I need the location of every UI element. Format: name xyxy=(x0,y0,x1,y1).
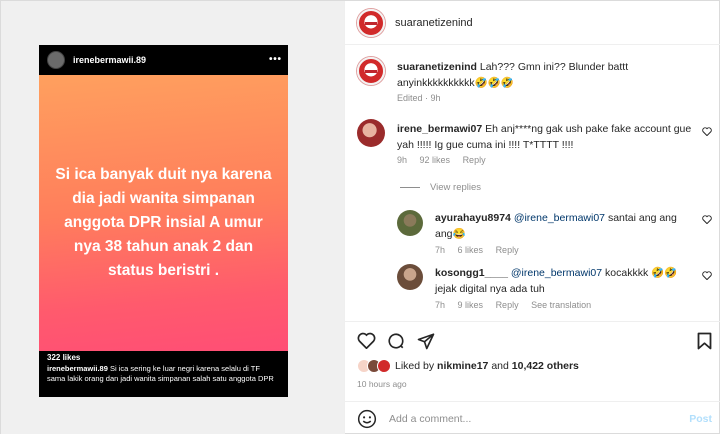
story-caption: irenebermawii.89 Si ica sering ke luar n… xyxy=(47,364,280,384)
post-actions: Liked by nikmine17 and 10,422 others 10 … xyxy=(345,321,720,401)
view-replies-button[interactable]: View replies xyxy=(400,182,481,193)
avatar xyxy=(377,359,391,373)
reply-likes[interactable]: 6 likes xyxy=(458,245,484,255)
reply-meta: 7h 6 likes Reply xyxy=(435,245,529,255)
reply-likes[interactable]: 9 likes xyxy=(458,300,484,310)
story-footer: 322 likes irenebermawii.89 Si ica sering… xyxy=(39,351,288,397)
reply-button[interactable]: Reply xyxy=(463,155,486,165)
instagram-post-view: irenebermawii.89 • • • Si ica banyak dui… xyxy=(0,0,720,434)
comment-time: 9h xyxy=(397,155,408,165)
reply-time: 7h xyxy=(435,300,446,310)
avatar[interactable] xyxy=(397,264,423,290)
reply-meta: 7h 9 likes Reply See translation xyxy=(435,300,601,310)
story-username: irenebermawii.89 xyxy=(73,55,147,65)
heart-icon[interactable] xyxy=(702,215,712,224)
comment-likes[interactable]: 92 likes xyxy=(420,155,451,165)
comment-username[interactable]: suaranetizenind xyxy=(397,61,477,73)
divider xyxy=(400,187,420,188)
likes-text: Liked by nikmine17 and 10,422 others xyxy=(395,360,579,372)
comment-text: irene_bermawi07 Eh anj****ng gak ush pak… xyxy=(397,121,692,153)
comment-username[interactable]: irene_bermawi07 xyxy=(397,123,482,135)
reply-username[interactable]: ayurahayu8974 xyxy=(435,212,511,224)
reply-text: kosongg1____ @irene_bermawi07 kocakkkk 🤣… xyxy=(435,265,690,297)
post-timestamp: 10 hours ago xyxy=(357,379,407,389)
add-comment-bar: Post xyxy=(345,401,720,434)
avatar[interactable] xyxy=(357,8,385,37)
story-likes: 322 likes xyxy=(47,353,81,362)
reply-mention[interactable]: @irene_bermawi07 xyxy=(511,267,602,279)
heart-icon[interactable] xyxy=(357,332,376,349)
comment-text: suaranetizenind Lah??? Gmn ini?? Blunder… xyxy=(397,59,697,91)
comment-input[interactable] xyxy=(389,412,679,425)
reply-time: 7h xyxy=(435,245,446,255)
comments-list: suaranetizenind Lah??? Gmn ini?? Blunder… xyxy=(345,45,720,321)
avatar[interactable] xyxy=(397,210,423,236)
likes-summary[interactable]: Liked by nikmine17 and 10,422 others xyxy=(357,359,579,373)
see-translation-button[interactable]: See translation xyxy=(531,300,591,310)
likes-and: and xyxy=(491,360,509,372)
story-avatar xyxy=(47,51,65,69)
reply-username[interactable]: kosongg1____ xyxy=(435,267,508,279)
story-caption-user: irenebermawii.89 xyxy=(47,364,108,373)
view-replies-label: View replies xyxy=(430,182,482,193)
comments-panel: suaranetizenind suaranetizenind Lah??? G… xyxy=(344,1,720,434)
emoji-icon[interactable] xyxy=(357,409,377,429)
reply-button[interactable]: Reply xyxy=(496,300,519,310)
heart-icon[interactable] xyxy=(702,271,712,280)
story-header: irenebermawii.89 • • • xyxy=(39,45,288,75)
avatar[interactable] xyxy=(357,57,385,85)
likes-count[interactable]: 10,422 others xyxy=(512,360,579,372)
comment-meta: 9h 92 likes Reply xyxy=(397,155,496,165)
reply-text: ayurahayu8974 @irene_bermawi07 santai an… xyxy=(435,210,690,242)
story-text: Si ica banyak duit nya karena dia jadi w… xyxy=(55,166,272,279)
story-image: Si ica banyak duit nya karena dia jadi w… xyxy=(39,75,288,371)
post-author-username[interactable]: suaranetizenind xyxy=(395,17,473,29)
more-icon: • • • xyxy=(268,54,281,65)
bookmark-icon[interactable] xyxy=(697,332,712,350)
reply-button[interactable]: Reply xyxy=(496,245,519,255)
share-icon[interactable] xyxy=(417,332,435,350)
story-screenshot: irenebermawii.89 • • • Si ica banyak dui… xyxy=(39,45,288,397)
comment-icon[interactable] xyxy=(387,332,405,350)
post-media-area: irenebermawii.89 • • • Si ica banyak dui… xyxy=(1,1,344,434)
post-header: suaranetizenind xyxy=(345,1,720,45)
comment-meta: Edited · 9h xyxy=(397,93,441,103)
avatar[interactable] xyxy=(357,119,385,147)
reply-mention[interactable]: @irene_bermawi07 xyxy=(514,212,605,224)
post-comment-button[interactable]: Post xyxy=(689,413,712,425)
likes-user[interactable]: nikmine17 xyxy=(437,360,488,372)
heart-icon[interactable] xyxy=(702,127,712,136)
likes-prefix: Liked by xyxy=(395,360,435,372)
